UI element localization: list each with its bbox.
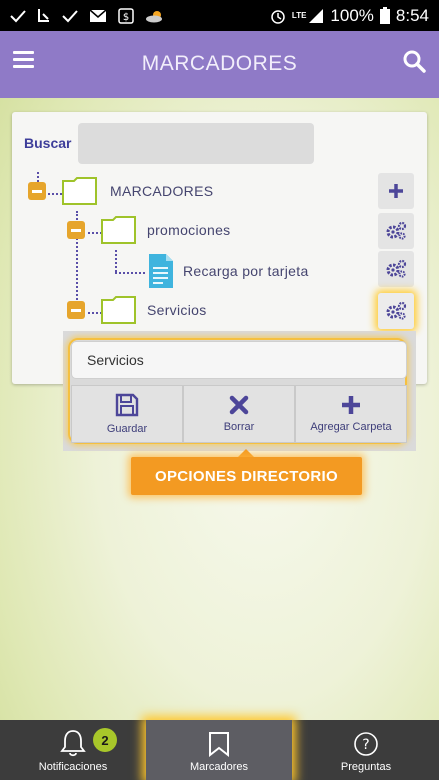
gears-icon: [386, 259, 407, 278]
dollar-icon: $: [118, 7, 134, 24]
notification-badge: 2: [93, 728, 117, 752]
delete-label: Borrar: [223, 421, 255, 433]
nav-label: Preguntas: [340, 761, 392, 773]
search-icon[interactable]: [402, 49, 426, 73]
nav-questions[interactable]: ? Preguntas: [293, 720, 439, 780]
tree-item-recarga[interactable]: Recarga por tarjeta: [148, 253, 309, 289]
tree-node-servicios[interactable]: Servicios: [67, 296, 207, 324]
svg-text:$: $: [123, 12, 129, 23]
add-root-folder-button[interactable]: [378, 173, 414, 209]
check-icon: [10, 9, 26, 22]
search-input[interactable]: [78, 123, 314, 164]
add-folder-label: Agregar Carpeta: [310, 421, 392, 433]
add-folder-button[interactable]: Agregar Carpeta: [295, 385, 407, 443]
tree-connector: [115, 272, 145, 274]
folder-options-popup: Servicios Guardar Borrar Agregar Carpeta: [63, 331, 416, 451]
app-bar: MARCADORES: [0, 31, 439, 98]
status-bar: $ LTE 100% 8:54: [0, 0, 439, 31]
folder-icon: [101, 296, 136, 324]
download-icon: [38, 8, 49, 22]
folder-icon: [62, 177, 97, 205]
close-icon: [229, 395, 249, 415]
folder-icon: [101, 216, 136, 244]
bell-icon: [60, 730, 86, 757]
plus-icon: [342, 396, 360, 414]
options-button-promociones[interactable]: [378, 213, 414, 249]
nav-label: Notificaciones: [38, 761, 108, 773]
collapse-toggle[interactable]: [67, 301, 85, 319]
save-button[interactable]: Guardar: [71, 385, 183, 443]
collapse-toggle[interactable]: [67, 221, 85, 239]
bottom-navigation: 2 Notificaciones Marcadores ? Preguntas: [0, 720, 439, 780]
folder-name-field[interactable]: Servicios: [71, 341, 407, 379]
battery-icon: [379, 7, 390, 24]
options-button-servicios[interactable]: [378, 293, 414, 329]
weather-icon: [146, 10, 162, 22]
tree-connector: [115, 250, 117, 272]
tree-node-label: MARCADORES: [110, 183, 214, 199]
gears-icon: [386, 301, 407, 320]
bookmark-icon: [209, 732, 229, 757]
tutorial-callout: OPCIONES DIRECTORIO: [131, 457, 362, 495]
notification-icons: $: [10, 7, 165, 24]
check-icon: [62, 9, 78, 22]
tree-node-label: Servicios: [147, 302, 207, 318]
plus-icon: [389, 184, 403, 198]
question-icon: ?: [354, 732, 378, 756]
tree-node-label: promociones: [147, 222, 231, 238]
collapse-toggle[interactable]: [28, 182, 46, 200]
nav-notifications[interactable]: 2 Notificaciones: [0, 720, 146, 780]
save-label: Guardar: [106, 423, 148, 435]
svg-text:?: ?: [362, 737, 369, 753]
tree-item-label: Recarga por tarjeta: [183, 263, 309, 279]
mail-icon: [89, 8, 107, 22]
options-button-recarga[interactable]: [378, 251, 414, 287]
nav-label: Marcadores: [189, 761, 249, 773]
system-icons: LTE 100% 8:54: [270, 6, 429, 26]
nav-bookmarks[interactable]: Marcadores: [146, 720, 292, 780]
tree-node-root[interactable]: MARCADORES: [28, 177, 213, 205]
page-title: MARCADORES: [141, 52, 298, 75]
network-type: LTE: [291, 10, 307, 20]
save-icon: [115, 393, 139, 417]
delete-button[interactable]: Borrar: [183, 385, 295, 443]
clock: 8:54: [395, 5, 429, 25]
document-icon: [149, 254, 173, 288]
battery-percent: 100%: [330, 5, 374, 25]
tree-node-promociones[interactable]: promociones: [67, 216, 230, 244]
alarm-icon: [271, 9, 285, 24]
signal-icon: [309, 8, 324, 23]
gears-icon: [386, 221, 407, 240]
search-label: Buscar: [24, 135, 72, 151]
